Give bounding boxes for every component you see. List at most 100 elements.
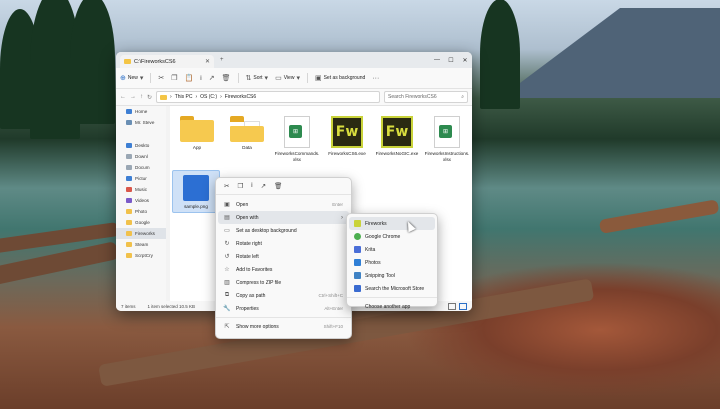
video-icon xyxy=(126,198,132,203)
krita-icon xyxy=(354,246,361,253)
forward-icon[interactable]: → xyxy=(130,94,136,100)
menu-item-copy-path[interactable]: ⧉ Copy as path Ctrl+Shift+C xyxy=(218,289,349,302)
details-view-icon[interactable] xyxy=(448,302,456,310)
star-icon: ☆ xyxy=(224,267,230,273)
folder-icon xyxy=(126,220,132,225)
sidebar-item-steam[interactable]: Steam xyxy=(116,239,166,250)
sidebar-item-google[interactable]: Google xyxy=(116,217,166,228)
navigation-pane: Home Mr. Steve Deskto Downl Docum Pictur… xyxy=(116,106,166,301)
submenu-item-label: Fireworks xyxy=(365,220,387,227)
breadcrumb-this-pc[interactable]: This PC xyxy=(175,94,193,100)
delete-icon[interactable]: 🗑 xyxy=(274,182,282,190)
menu-item-open[interactable]: ▣ Open Enter xyxy=(218,198,349,211)
file-item-fireworks-commands[interactable]: ⊞ FireworksCommands.xlsx xyxy=(274,116,320,163)
sidebar-item-documents[interactable]: Docum xyxy=(116,162,166,173)
refresh-icon[interactable]: ↻ xyxy=(147,94,152,101)
sidebar-item-label: Google xyxy=(135,220,150,225)
file-item-app[interactable]: App xyxy=(174,116,220,151)
rename-icon[interactable]: Ꭵ xyxy=(200,75,201,82)
fireworks-app-icon: Fw xyxy=(331,116,363,148)
menu-item-shortcut: Shift+F10 xyxy=(323,324,343,329)
share-icon[interactable]: ↗ xyxy=(209,75,215,82)
sidebar-item-label: ScrptCry xyxy=(135,253,153,258)
menu-item-show-more-options[interactable]: ⇱ Show more options Shift+F10 xyxy=(218,320,349,333)
more-icon[interactable]: ··· xyxy=(372,75,379,82)
fireworks-icon xyxy=(354,220,361,227)
copy-icon[interactable]: ❐ xyxy=(171,75,177,82)
maximize-button[interactable]: ☐ xyxy=(444,57,458,64)
tiles-view-icon[interactable] xyxy=(459,302,467,310)
menu-item-properties[interactable]: 🔧 Properties Alt+Enter xyxy=(218,302,349,315)
menu-item-add-favorites[interactable]: ☆ Add to Favorites xyxy=(218,263,349,276)
open-with-icon: ▤ xyxy=(224,215,230,221)
folder-icon xyxy=(126,242,132,247)
close-button[interactable]: ✕ xyxy=(458,57,472,64)
new-button[interactable]: ⊕ New ▾ xyxy=(120,75,143,82)
chevron-down-icon: ▾ xyxy=(296,74,300,82)
submenu-item-label: Google Chrome xyxy=(365,233,401,240)
new-tab-icon[interactable]: + xyxy=(220,57,224,63)
set-background-button[interactable]: ▣ Set as background xyxy=(315,75,365,82)
tab-bar: C:\FireworksCS6 ✕ + — ☐ ✕ xyxy=(116,52,472,68)
sidebar-item-videos[interactable]: Videos xyxy=(116,195,166,206)
snipping-tool-icon xyxy=(354,272,361,279)
delete-icon[interactable]: 🗑 xyxy=(222,75,231,82)
rename-icon[interactable]: Ꭵ xyxy=(251,182,252,190)
view-button[interactable]: ▭ View ▾ xyxy=(275,75,300,82)
menu-item-compress-zip[interactable]: ▥ Compress to ZIP file xyxy=(218,276,349,289)
sidebar-item-home[interactable]: Home xyxy=(116,106,166,117)
menu-item-shortcut: Ctrl+Shift+C xyxy=(318,293,343,298)
paste-icon[interactable]: 📋 xyxy=(185,75,194,82)
submenu-item-choose-another[interactable]: Choose another app xyxy=(349,300,435,313)
submenu-item-photos[interactable]: Photos xyxy=(349,256,435,269)
back-icon[interactable]: ← xyxy=(120,94,126,100)
sidebar-item-desktop[interactable]: Deskto xyxy=(116,140,166,151)
menu-item-rotate-left[interactable]: ↺ Rotate left xyxy=(218,250,349,263)
separator xyxy=(237,73,239,83)
file-item-sample-png[interactable]: sample.png xyxy=(172,170,220,213)
sidebar-item-photo[interactable]: Photo xyxy=(116,206,166,217)
menu-item-open-with[interactable]: ▤ Open with › xyxy=(218,211,349,224)
breadcrumb-folder[interactable]: FireworksCS6 xyxy=(225,94,256,100)
tab-fireworks[interactable]: C:\FireworksCS6 ✕ xyxy=(120,55,214,68)
sidebar-item-music[interactable]: Music xyxy=(116,184,166,195)
share-icon[interactable]: ↗ xyxy=(261,182,266,190)
menu-item-label: Open with xyxy=(236,214,259,221)
sort-button[interactable]: ⇅ Sort ▾ xyxy=(246,75,269,82)
menu-item-label: Rotate left xyxy=(236,253,259,260)
submenu-item-fireworks[interactable]: Fireworks xyxy=(349,217,435,230)
file-item-data[interactable]: Data xyxy=(224,116,270,151)
cut-icon[interactable]: ✂ xyxy=(224,182,229,190)
cut-icon[interactable]: ✂ xyxy=(158,75,164,82)
sidebar-item-onedrive[interactable]: Mr. Steve xyxy=(116,117,166,128)
breadcrumb-separator: › xyxy=(195,94,198,100)
chevron-right-icon: › xyxy=(341,214,343,221)
sidebar-item-downloads[interactable]: Downl xyxy=(116,151,166,162)
address-bar[interactable]: › This PC › OS (C:) › FireworksCS6 xyxy=(156,91,380,103)
sidebar-item-scriptcry[interactable]: ScrptCry xyxy=(116,250,166,261)
search-input[interactable]: Search FireworksCS6 ⌕ xyxy=(384,91,468,103)
close-tab-icon[interactable]: ✕ xyxy=(205,58,210,65)
rotate-right-icon: ↻ xyxy=(224,241,230,247)
submenu-item-krita[interactable]: Krita xyxy=(349,243,435,256)
file-item-fireworks-nogic[interactable]: Fw FireworksNoGIC.exe xyxy=(374,116,420,157)
minimize-button[interactable]: — xyxy=(430,57,444,64)
file-item-fireworks-instructions[interactable]: ⊞ FireworksInstructions.xlsx xyxy=(424,116,470,163)
submenu-item-snipping-tool[interactable]: Snipping Tool xyxy=(349,269,435,282)
file-item-fireworks-cs6[interactable]: Fw FireworksCS6.exe xyxy=(324,116,370,157)
menu-item-label: Rotate right xyxy=(236,240,262,247)
submenu-item-chrome[interactable]: Google Chrome xyxy=(349,230,435,243)
home-icon xyxy=(126,109,132,114)
items-count: 7 items xyxy=(121,303,136,309)
copy-icon[interactable]: ❐ xyxy=(237,182,243,190)
sidebar-item-pictures[interactable]: Pictur xyxy=(116,173,166,184)
up-icon[interactable]: ↑ xyxy=(140,94,143,100)
file-name: FireworksCS6.exe xyxy=(328,151,366,156)
menu-item-set-background[interactable]: ▭ Set as desktop background xyxy=(218,224,349,237)
sidebar-item-fireworks[interactable]: Fireworks xyxy=(116,228,166,239)
rotate-left-icon: ↺ xyxy=(224,254,230,260)
menu-item-label: Compress to ZIP file xyxy=(236,279,282,286)
submenu-item-store[interactable]: Search the Microsoft Store xyxy=(349,282,435,295)
menu-item-rotate-right[interactable]: ↻ Rotate right xyxy=(218,237,349,250)
breadcrumb-drive[interactable]: OS (C:) xyxy=(200,94,217,100)
